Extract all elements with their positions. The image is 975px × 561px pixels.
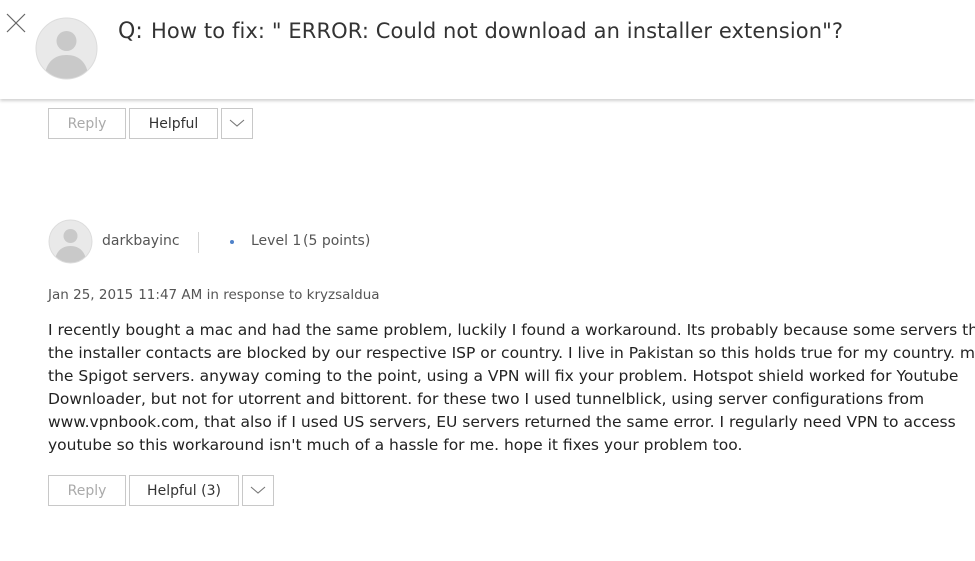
username-link[interactable]: darkbayinc bbox=[102, 233, 180, 249]
more-options-button[interactable] bbox=[242, 475, 274, 506]
helpful-button[interactable]: Helpful bbox=[129, 108, 218, 139]
post-body-line: www.vpnbook.com, that also if I used US … bbox=[48, 413, 956, 431]
post-body-line: Downloader, but not for utorrent and bit… bbox=[48, 390, 925, 408]
question-title: How to fix: " ERROR: Could not download … bbox=[151, 19, 844, 43]
user-level: Level 1 bbox=[251, 233, 302, 249]
post-body: I recently bought a mac and had the same… bbox=[48, 319, 975, 457]
question-header: Q: How to fix: " ERROR: Could not downlo… bbox=[0, 0, 975, 99]
post-time: 11:47 AM bbox=[138, 287, 203, 303]
reply-button[interactable]: Reply bbox=[48, 108, 126, 139]
post-body-line: the Spigot servers. anyway coming to the… bbox=[48, 367, 959, 385]
more-options-button[interactable] bbox=[221, 108, 253, 139]
post-body-line: youtube so this workaround isn't much of… bbox=[48, 436, 743, 454]
chevron-down-icon bbox=[250, 483, 266, 499]
divider bbox=[198, 232, 199, 253]
reply-button[interactable]: Reply bbox=[48, 475, 126, 506]
question-label: Q: bbox=[118, 19, 143, 44]
user-avatar[interactable] bbox=[48, 219, 93, 264]
default-avatar-icon bbox=[35, 17, 98, 80]
post-body-line: the installer contacts are blocked by ou… bbox=[48, 344, 975, 362]
helpful-button[interactable]: Helpful (3) bbox=[129, 475, 239, 506]
in-response-to-link[interactable]: in response to kryzsaldua bbox=[207, 287, 380, 303]
post-body-line: I recently bought a mac and had the same… bbox=[48, 321, 975, 339]
close-icon[interactable] bbox=[5, 12, 27, 34]
chevron-down-icon bbox=[229, 116, 245, 132]
user-points: (5 points) bbox=[303, 233, 371, 249]
level-dot-icon bbox=[230, 240, 234, 244]
post-meta: Jan 25, 2015 11:47 AM in response to kryz… bbox=[48, 287, 380, 303]
post-date: Jan 25, 2015 bbox=[48, 287, 134, 303]
